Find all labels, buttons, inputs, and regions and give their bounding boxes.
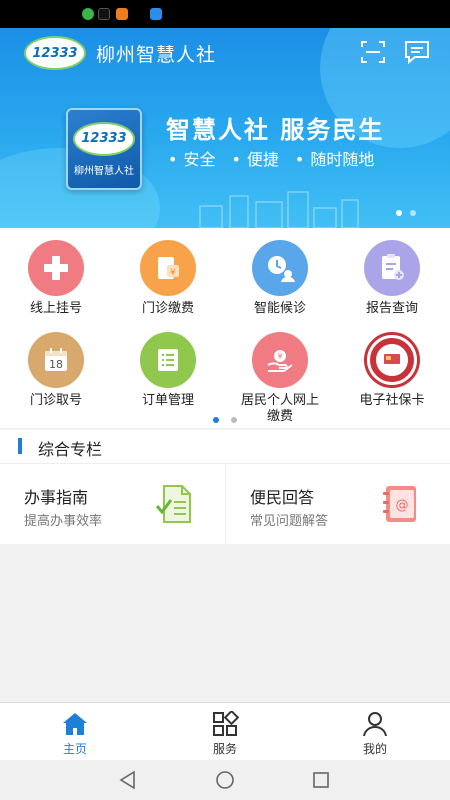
- back-icon[interactable]: [118, 770, 138, 790]
- recents-icon[interactable]: [311, 770, 331, 790]
- banner-tags: 安全 便捷 随时随地: [168, 146, 374, 170]
- report-icon: [364, 240, 420, 296]
- card-title: 便民回答: [250, 488, 315, 507]
- service-order-management[interactable]: 订单管理: [112, 332, 224, 409]
- bottom-tab-bar: 主页 服务 我的: [0, 702, 450, 760]
- banner-tag: 便捷: [231, 146, 279, 170]
- user-icon: [363, 712, 387, 737]
- document-check-icon: [155, 485, 191, 523]
- section-header: 综合专栏: [0, 430, 450, 464]
- tiktok-icon: [98, 8, 110, 20]
- banner-pager: [396, 210, 416, 216]
- home-nav-icon[interactable]: [215, 770, 235, 790]
- tab-services[interactable]: 服务: [150, 711, 300, 757]
- message-icon[interactable]: [403, 40, 431, 64]
- tab-mine[interactable]: 我的: [300, 711, 450, 757]
- city-skyline-decoration: [199, 191, 359, 228]
- social-security-card-icon: [364, 332, 420, 388]
- hospital-cross-icon: [28, 240, 84, 296]
- list-icon: [140, 332, 196, 388]
- hand-coin-icon: ¥: [252, 332, 308, 388]
- browser-icon: [150, 8, 162, 20]
- home-icon: [63, 713, 87, 735]
- svg-text:¥: ¥: [170, 268, 176, 278]
- label-line: 居民个人网上: [240, 393, 319, 408]
- banner-logo: 12333 柳州智慧人社: [66, 108, 142, 190]
- comprehensive-section: 综合专栏 办事指南 提高办事效率 便民回答 常见问题解答 @: [0, 430, 450, 544]
- app-title: 柳州智慧人社: [96, 44, 217, 66]
- card-subtitle: 常见问题解答: [250, 514, 329, 529]
- banner-tag: 随时随地: [295, 146, 374, 170]
- system-nav-bar: [0, 760, 450, 800]
- service-grid: 线上挂号 ¥ 门诊缴费 智能候诊 报告查询 18 门诊取号 订单管理 ¥ 居民个…: [0, 228, 450, 428]
- card-service-guide[interactable]: 办事指南 提高办事效率: [0, 464, 225, 544]
- logo-12333: 12333: [24, 36, 86, 70]
- tab-home[interactable]: 主页: [0, 711, 150, 757]
- card-title: 办事指南: [24, 488, 89, 507]
- service-grid-pager: [0, 410, 450, 430]
- wechat-icon: [82, 8, 94, 20]
- card-subtitle: 提高办事效率: [24, 514, 103, 529]
- svg-text:@: @: [396, 498, 409, 513]
- service-outpatient-ticket[interactable]: 18 门诊取号: [0, 332, 112, 409]
- section-title: 综合专栏: [38, 440, 103, 459]
- address-book-icon: @: [383, 486, 416, 522]
- svg-text:18: 18: [49, 358, 63, 371]
- scan-icon[interactable]: [360, 40, 386, 64]
- calendar-icon: 18: [28, 332, 84, 388]
- banner-tag: 安全: [168, 146, 215, 170]
- video-app-icon: [116, 8, 128, 20]
- card-faq[interactable]: 便民回答 常见问题解答 @: [226, 464, 450, 544]
- waiting-icon: [252, 240, 308, 296]
- bill-icon: ¥: [140, 240, 196, 296]
- status-bar: [0, 0, 450, 28]
- banner-slogan: 智慧人社 服务民生: [166, 116, 385, 144]
- svg-text:¥: ¥: [277, 352, 282, 361]
- service-e-social-security-card[interactable]: 电子社保卡: [336, 332, 448, 409]
- service-report-query[interactable]: 报告查询: [336, 240, 448, 317]
- service-online-registration[interactable]: 线上挂号: [0, 240, 112, 317]
- banner[interactable]: 12333 柳州智慧人社 12333 柳州智慧人社 智慧人社 服务民生 安全 便…: [0, 28, 450, 228]
- grid-icon: [213, 711, 239, 736]
- service-smart-waiting[interactable]: 智能候诊: [224, 240, 336, 317]
- service-outpatient-payment[interactable]: ¥ 门诊缴费: [112, 240, 224, 317]
